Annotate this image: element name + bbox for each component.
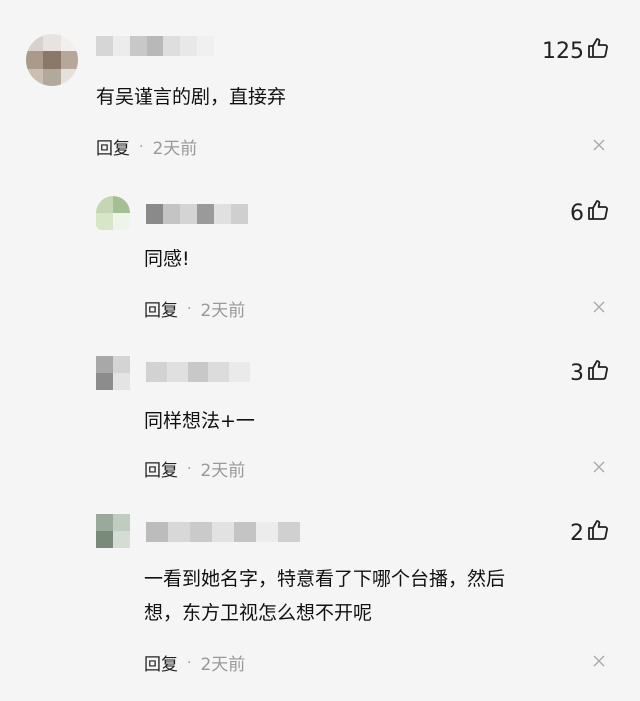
comment-text: 同感!	[144, 248, 190, 270]
avatar-pixel	[43, 68, 61, 86]
separator-dot: ·	[187, 300, 192, 317]
comment-meta: 回复 · 2天前	[144, 650, 246, 676]
username-pixel	[187, 362, 209, 382]
avatar-pixel	[113, 196, 130, 213]
avatar-pixel	[113, 356, 130, 373]
avatar-pixel	[96, 356, 113, 373]
username-pixel	[230, 204, 248, 224]
like-button[interactable]: 6	[570, 198, 610, 228]
like-button[interactable]: 2	[570, 518, 610, 548]
like-count: 3	[570, 360, 584, 386]
username-pixel	[168, 522, 190, 542]
avatar-pixel	[96, 373, 113, 390]
username-pixel	[166, 362, 188, 382]
close-icon[interactable]	[592, 300, 606, 314]
avatar-pixel	[43, 51, 61, 69]
avatar-pixel	[96, 514, 113, 531]
comment-text: 有吴谨言的剧，直接弃	[96, 86, 287, 108]
thumbs-up-icon	[586, 36, 610, 66]
comment-thread: { "comments": [ { "level": "top", "text"…	[0, 0, 640, 701]
avatar-pixel	[113, 213, 130, 230]
avatar-pixel	[113, 531, 130, 548]
username-pixel	[180, 36, 198, 56]
avatar-pixel	[60, 34, 78, 52]
username-pixel	[234, 522, 256, 542]
avatar-pixel	[60, 68, 78, 86]
like-count: 2	[570, 520, 584, 546]
avatar-pixel	[113, 373, 130, 390]
avatar[interactable]	[96, 514, 130, 548]
close-icon[interactable]	[592, 460, 606, 474]
username-pixel	[162, 204, 180, 224]
username-pixel	[146, 362, 167, 382]
avatar-pixel	[96, 196, 113, 213]
comment-meta: 回复 · 2天前	[144, 456, 246, 482]
comment-text: 一看到她名字，特意看了下哪个台播，然后 想，东方卫视怎么想不开呢	[144, 568, 506, 624]
username-blurred[interactable]	[146, 362, 250, 382]
username-pixel	[146, 522, 168, 542]
avatar-pixel	[26, 34, 44, 52]
avatar-pixel	[96, 213, 113, 230]
username-pixel	[212, 522, 234, 542]
avatar-pixel	[26, 51, 44, 69]
separator-dot: ·	[187, 654, 192, 671]
like-button[interactable]: 3	[570, 358, 610, 388]
timestamp: 2天前	[200, 301, 246, 321]
avatar-pixel	[96, 531, 113, 548]
username-pixel	[163, 36, 181, 56]
username-pixel	[179, 204, 197, 224]
reply-button[interactable]: 回复	[144, 456, 178, 481]
username-pixel	[229, 362, 250, 382]
close-icon[interactable]	[592, 654, 606, 668]
username-pixel	[208, 362, 230, 382]
like-button[interactable]: 125	[542, 36, 610, 66]
reply-button[interactable]: 回复	[144, 296, 178, 321]
avatar[interactable]	[96, 196, 130, 230]
username-pixel	[146, 204, 163, 224]
like-count: 6	[570, 200, 584, 226]
username-pixel	[278, 522, 300, 542]
avatar-pixel	[60, 51, 78, 69]
timestamp: 2天前	[200, 655, 246, 675]
avatar-pixel	[113, 514, 130, 531]
username-pixel	[129, 36, 147, 56]
username-pixel	[196, 204, 214, 224]
username-pixel	[213, 204, 231, 224]
comment-meta: 回复 · 2天前	[96, 134, 198, 160]
avatar-pixel	[43, 34, 61, 52]
username-pixel	[146, 36, 164, 56]
timestamp: 2天前	[200, 461, 246, 481]
thumbs-up-icon	[586, 198, 610, 228]
username-pixel	[256, 522, 278, 542]
username-blurred[interactable]	[146, 204, 248, 224]
avatar-pixel	[26, 68, 44, 86]
separator-dot: ·	[139, 138, 144, 155]
thumbs-up-icon	[586, 358, 610, 388]
like-count: 125	[542, 38, 584, 64]
username-pixel	[96, 36, 113, 56]
comment-text: 同样想法+一	[144, 410, 255, 432]
reply-button[interactable]: 回复	[144, 650, 178, 675]
username-pixel	[112, 36, 130, 56]
thumbs-up-icon	[586, 518, 610, 548]
username-blurred[interactable]	[96, 36, 214, 56]
username-pixel	[190, 522, 212, 542]
close-icon[interactable]	[592, 138, 606, 152]
username-pixel	[197, 36, 214, 56]
separator-dot: ·	[187, 460, 192, 477]
username-blurred[interactable]	[146, 522, 300, 542]
timestamp: 2天前	[152, 139, 198, 159]
reply-button[interactable]: 回复	[96, 134, 130, 159]
avatar[interactable]	[96, 356, 130, 390]
comment-meta: 回复 · 2天前	[144, 296, 246, 322]
avatar[interactable]	[26, 34, 78, 86]
